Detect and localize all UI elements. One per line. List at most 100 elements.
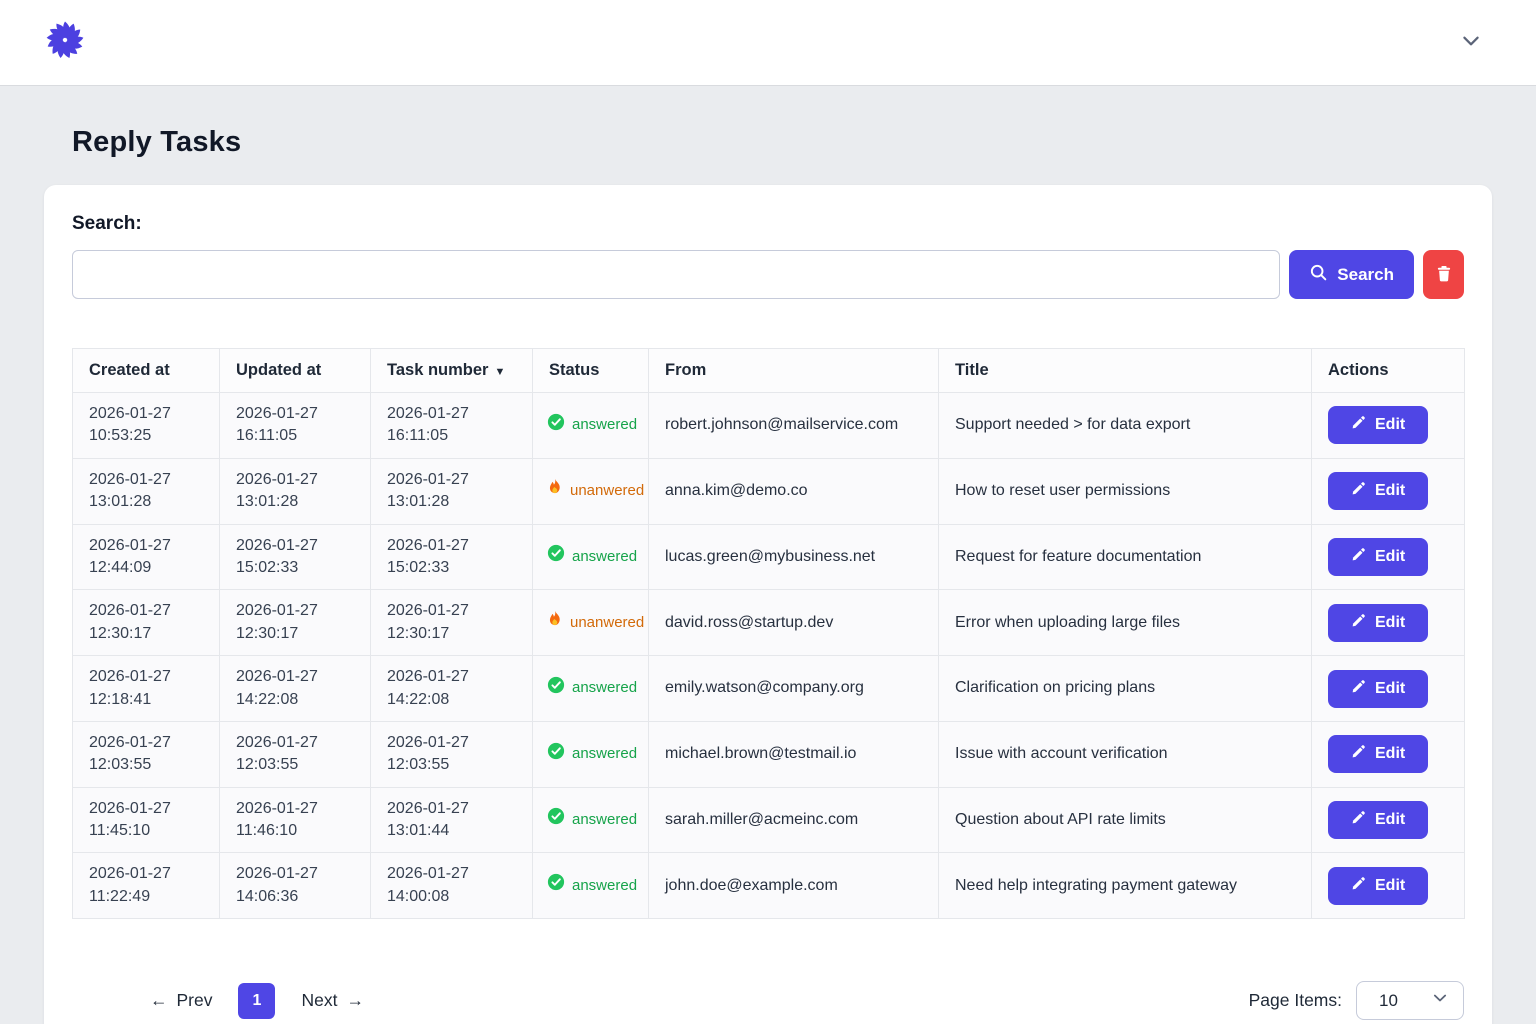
status-cell: answered: [533, 787, 649, 853]
header-title: Title: [939, 349, 1312, 393]
table-row: 2026-01-27 12:44:09 2026-01-27 15:02:33 …: [73, 524, 1465, 590]
edit-button-label: Edit: [1375, 614, 1405, 632]
actions-cell: Edit: [1312, 524, 1465, 590]
status-cell: unanwered: [533, 458, 649, 524]
next-page-button[interactable]: Next →: [301, 990, 363, 1011]
edit-button[interactable]: Edit: [1328, 735, 1428, 773]
edit-button-label: Edit: [1375, 416, 1405, 434]
table-footer: ← Prev 1 Next → Page Items: 10: [72, 981, 1464, 1020]
actions-cell: Edit: [1312, 787, 1465, 853]
from-cell: anna.kim@demo.co: [649, 458, 939, 524]
title-cell: Need help integrating payment gateway: [939, 853, 1312, 919]
content-card: Search: Search Created a: [44, 185, 1492, 1024]
status-text: answered: [572, 414, 637, 435]
status-cell: answered: [533, 524, 649, 590]
updated-at-cell: 2026-01-27 16:11:05: [220, 393, 371, 459]
reply-tasks-table: Created at Updated at Task number▼ Statu…: [72, 348, 1465, 919]
check-circle-icon: [547, 544, 565, 568]
edit-button[interactable]: Edit: [1328, 472, 1428, 510]
from-cell: michael.brown@testmail.io: [649, 721, 939, 787]
clear-search-button[interactable]: [1423, 250, 1464, 299]
status-cell: answered: [533, 656, 649, 722]
from-cell: sarah.miller@acmeinc.com: [649, 787, 939, 853]
pencil-icon: [1351, 613, 1366, 633]
edit-button-label: Edit: [1375, 548, 1405, 566]
edit-button[interactable]: Edit: [1328, 604, 1428, 642]
arrow-right-icon: →: [346, 990, 364, 1011]
prev-page-button[interactable]: ← Prev: [150, 990, 212, 1011]
pencil-icon: [1351, 876, 1366, 896]
check-circle-icon: [547, 873, 565, 897]
search-label: Search:: [72, 213, 1464, 235]
title-cell: How to reset user permissions: [939, 458, 1312, 524]
created-at-cell: 2026-01-27 11:45:10: [73, 787, 220, 853]
page-items-control: Page Items: 10: [1249, 981, 1464, 1020]
updated-at-cell: 2026-01-27 13:01:28: [220, 458, 371, 524]
search-icon: [1309, 263, 1328, 287]
task-number-cell: 2026-01-27 14:00:08: [371, 853, 533, 919]
from-cell: emily.watson@company.org: [649, 656, 939, 722]
status-text: answered: [572, 875, 637, 896]
table-row: 2026-01-27 12:30:17 2026-01-27 12:30:17 …: [73, 590, 1465, 656]
status-text: answered: [572, 677, 637, 698]
updated-at-cell: 2026-01-27 14:06:36: [220, 853, 371, 919]
header-task-number[interactable]: Task number▼: [371, 349, 533, 393]
topbar: [0, 0, 1536, 86]
updated-at-cell: 2026-01-27 15:02:33: [220, 524, 371, 590]
table-row: 2026-01-27 11:45:10 2026-01-27 11:46:10 …: [73, 787, 1465, 853]
created-at-cell: 2026-01-27 12:03:55: [73, 721, 220, 787]
from-cell: david.ross@startup.dev: [649, 590, 939, 656]
search-row: Search: [72, 250, 1464, 299]
check-circle-icon: [547, 807, 565, 831]
edit-button[interactable]: Edit: [1328, 538, 1428, 576]
actions-cell: Edit: [1312, 393, 1465, 459]
header-status: Status: [533, 349, 649, 393]
pencil-icon: [1351, 481, 1366, 501]
edit-button-label: Edit: [1375, 680, 1405, 698]
pencil-icon: [1351, 547, 1366, 567]
created-at-cell: 2026-01-27 10:53:25: [73, 393, 220, 459]
task-number-cell: 2026-01-27 15:02:33: [371, 524, 533, 590]
status-cell: unanwered: [533, 590, 649, 656]
table-row: 2026-01-27 10:53:25 2026-01-27 16:11:05 …: [73, 393, 1465, 459]
table-row: 2026-01-27 11:22:49 2026-01-27 14:06:36 …: [73, 853, 1465, 919]
from-cell: lucas.green@mybusiness.net: [649, 524, 939, 590]
created-at-cell: 2026-01-27 13:01:28: [73, 458, 220, 524]
edit-button[interactable]: Edit: [1328, 867, 1428, 905]
check-circle-icon: [547, 742, 565, 766]
task-number-cell: 2026-01-27 12:30:17: [371, 590, 533, 656]
table-header-row: Created at Updated at Task number▼ Statu…: [73, 349, 1465, 393]
status-cell: answered: [533, 721, 649, 787]
edit-button[interactable]: Edit: [1328, 801, 1428, 839]
pagination: ← Prev 1 Next →: [150, 983, 364, 1019]
status-text: answered: [572, 546, 637, 567]
header-actions: Actions: [1312, 349, 1465, 393]
edit-button[interactable]: Edit: [1328, 670, 1428, 708]
status-cell: answered: [533, 393, 649, 459]
current-page-button[interactable]: 1: [238, 983, 275, 1019]
title-cell: Clarification on pricing plans: [939, 656, 1312, 722]
task-number-cell: 2026-01-27 14:22:08: [371, 656, 533, 722]
status-text: answered: [572, 809, 637, 830]
edit-button-label: Edit: [1375, 482, 1405, 500]
status-text: unanwered: [570, 480, 644, 501]
account-menu-button[interactable]: [1454, 26, 1488, 60]
app-logo-swirl-icon[interactable]: [44, 19, 86, 66]
created-at-cell: 2026-01-27 12:30:17: [73, 590, 220, 656]
search-button[interactable]: Search: [1289, 250, 1414, 299]
arrow-left-icon: ←: [150, 990, 168, 1011]
updated-at-cell: 2026-01-27 11:46:10: [220, 787, 371, 853]
created-at-cell: 2026-01-27 11:22:49: [73, 853, 220, 919]
edit-button[interactable]: Edit: [1328, 406, 1428, 444]
task-number-cell: 2026-01-27 13:01:44: [371, 787, 533, 853]
updated-at-cell: 2026-01-27 12:03:55: [220, 721, 371, 787]
page-items-select[interactable]: 10: [1356, 981, 1464, 1020]
flame-icon: [547, 610, 563, 634]
pencil-icon: [1351, 810, 1366, 830]
header-updated-at: Updated at: [220, 349, 371, 393]
chevron-down-icon: [1431, 989, 1449, 1012]
updated-at-cell: 2026-01-27 12:30:17: [220, 590, 371, 656]
search-input[interactable]: [72, 250, 1280, 299]
created-at-cell: 2026-01-27 12:44:09: [73, 524, 220, 590]
from-cell: robert.johnson@mailservice.com: [649, 393, 939, 459]
